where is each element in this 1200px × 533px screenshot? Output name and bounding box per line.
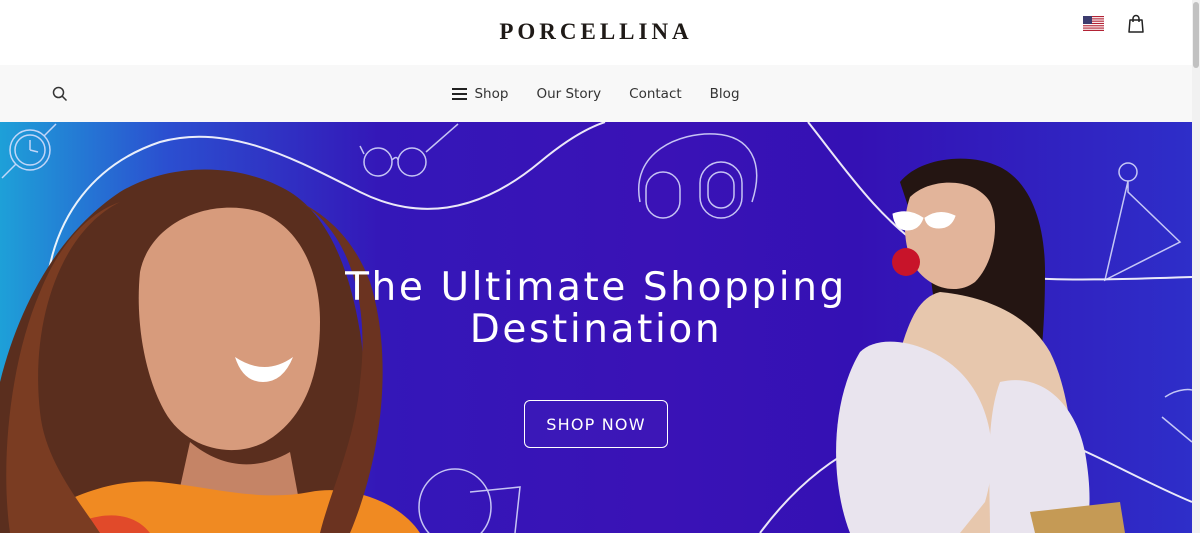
nav-menu: Shop Our Story Contact Blog <box>0 65 1192 122</box>
handbag-icon <box>418 468 521 533</box>
scrollbar-thumb[interactable] <box>1193 2 1199 68</box>
hero-title-line-2: Destination <box>469 307 723 352</box>
page-scrollbar[interactable] <box>1192 0 1200 533</box>
shopping-bag-icon[interactable] <box>1127 14 1145 34</box>
nav-item-contact[interactable]: Contact <box>629 86 682 102</box>
top-header: PORCELLINA <box>0 0 1192 65</box>
main-navigation-bar: Shop Our Story Contact Blog <box>0 65 1192 122</box>
brand-logo[interactable]: PORCELLINA <box>0 19 1192 45</box>
nav-item-label: Blog <box>709 85 740 102</box>
nav-item-label: Shop <box>474 85 509 102</box>
sunglasses-icon <box>359 123 459 177</box>
nav-item-blog[interactable]: Blog <box>710 86 740 102</box>
headphones-icon <box>637 133 758 219</box>
watch-icon <box>1 123 57 179</box>
hanger-icon <box>1103 162 1182 282</box>
hero-title: The Ultimate Shopping Destination <box>296 267 896 351</box>
us-flag-icon[interactable] <box>1083 16 1104 31</box>
hamburger-menu-icon <box>452 87 468 100</box>
hero-banner: The Ultimate Shopping Destination SHOP N… <box>0 122 1192 533</box>
nav-item-our-story[interactable]: Our Story <box>536 86 601 102</box>
hero-title-line-1: The Ultimate Shopping <box>345 265 847 310</box>
bag-outline-icon <box>1161 388 1192 443</box>
shop-now-button[interactable]: SHOP NOW <box>524 400 668 448</box>
nav-item-label: Contact <box>629 85 682 102</box>
nav-item-shop[interactable]: Shop <box>452 86 508 102</box>
nav-item-label: Our Story <box>536 85 602 102</box>
